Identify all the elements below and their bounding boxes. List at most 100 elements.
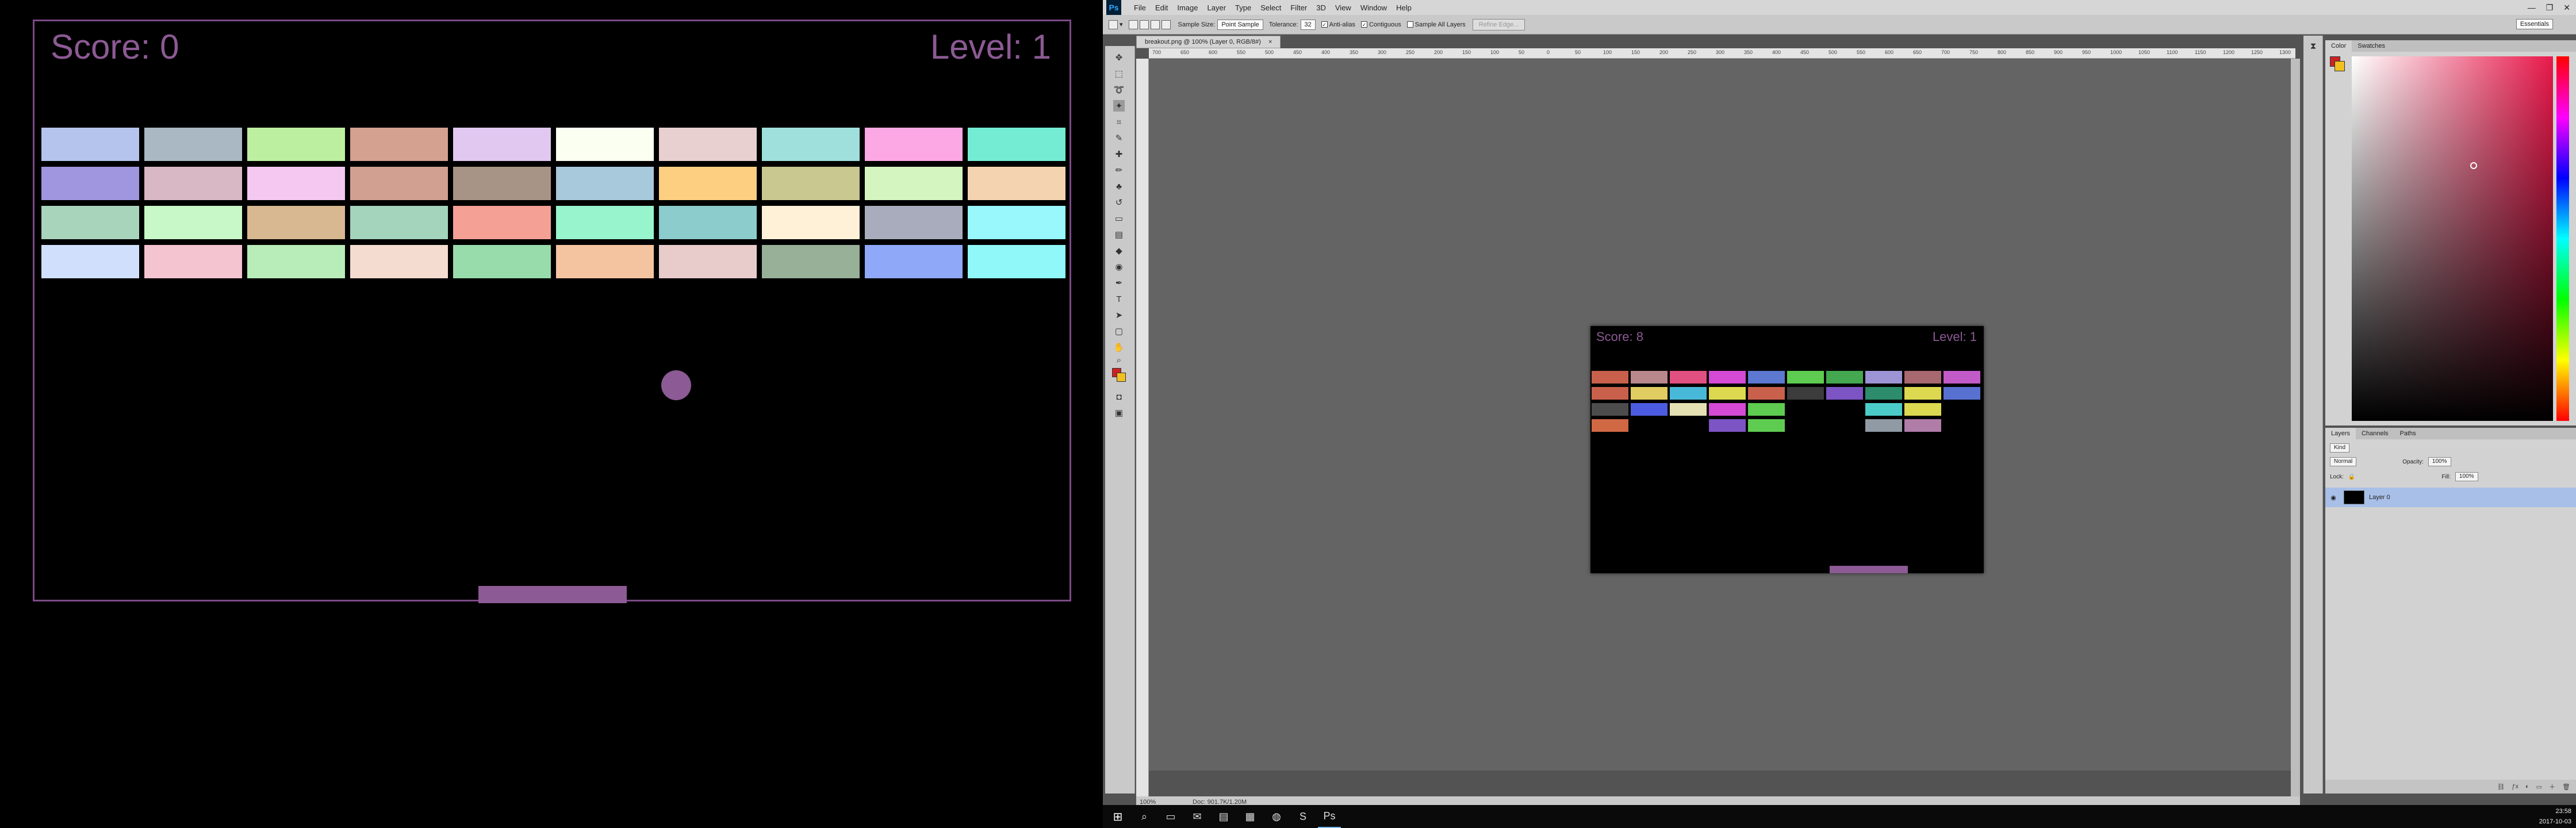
- path-selection-tool-icon[interactable]: ➤: [1113, 309, 1125, 321]
- sample-all-layers-checkbox[interactable]: Sample All Layers: [1406, 21, 1466, 28]
- magic-wand-tool-icon[interactable]: ✦: [1113, 100, 1125, 112]
- tab-layers[interactable]: Layers: [2325, 428, 2356, 439]
- vertical-scrollbar[interactable]: [2291, 59, 2300, 796]
- menu-file[interactable]: File: [1129, 3, 1151, 12]
- marquee-tool-icon[interactable]: ⬚: [1113, 68, 1125, 79]
- anti-alias-checkbox[interactable]: ✓ Anti-alias: [1321, 21, 1355, 28]
- blur-tool-icon[interactable]: ◆: [1113, 245, 1125, 256]
- clone-stamp-tool-icon[interactable]: ♣: [1113, 181, 1125, 192]
- tool-preset-picker[interactable]: ▾: [1109, 20, 1123, 29]
- intersect-selection-icon[interactable]: [1161, 20, 1171, 29]
- new-selection-icon[interactable]: [1128, 20, 1138, 29]
- new-layer-icon[interactable]: ＋: [2549, 782, 2555, 791]
- sample-size-select[interactable]: Point Sample: [1217, 19, 1263, 30]
- canvas-pasteboard[interactable]: Score: 8 Level: 1: [1149, 59, 2299, 770]
- chrome-icon[interactable]: ◍: [1265, 805, 1288, 828]
- blend-mode-select[interactable]: Normal: [2330, 457, 2357, 466]
- tolerance-label: Tolerance:: [1268, 21, 1298, 28]
- photoshop-taskbar-icon[interactable]: Ps: [1318, 805, 1341, 828]
- file-explorer-icon[interactable]: ▤: [1212, 805, 1235, 828]
- new-group-icon[interactable]: ▭: [2536, 783, 2542, 791]
- panel-background-swatch[interactable]: [2334, 61, 2345, 71]
- background-color-swatch[interactable]: [1117, 373, 1126, 382]
- visibility-eye-icon[interactable]: ◉: [2328, 494, 2339, 501]
- menu-window[interactable]: Window: [1356, 3, 1392, 12]
- add-selection-icon[interactable]: [1139, 20, 1149, 29]
- tolerance-input[interactable]: 32: [1300, 19, 1316, 30]
- document-tab[interactable]: breakout.png @ 100% (Layer 0, RGB/8#) ×: [1136, 36, 1281, 48]
- search-icon[interactable]: ⌕: [1133, 805, 1156, 828]
- pen-tool-icon[interactable]: ✒: [1113, 277, 1125, 289]
- history-brush-tool-icon[interactable]: ↺: [1113, 197, 1125, 208]
- maximize-button[interactable]: ❐: [2546, 3, 2554, 13]
- zoom-tool-icon[interactable]: ⌕: [1113, 354, 1125, 366]
- layer-kind-select[interactable]: Kind: [2330, 443, 2350, 453]
- history-panel-icon[interactable]: ⧗: [2307, 40, 2319, 52]
- start-button[interactable]: ⊞: [1106, 805, 1129, 828]
- move-tool-icon[interactable]: ✥: [1113, 52, 1125, 63]
- layer-filter-row: Kind: [2325, 442, 2576, 454]
- document-image[interactable]: Score: 8 Level: 1: [1590, 326, 1984, 573]
- mail-icon[interactable]: ✉: [1186, 805, 1209, 828]
- tab-channels[interactable]: Channels: [2356, 428, 2394, 439]
- menu-layer[interactable]: Layer: [1203, 3, 1231, 12]
- lock-fill-row: Lock: 🔒 Fill: 100%: [2325, 470, 2576, 483]
- menu-type[interactable]: Type: [1230, 3, 1256, 12]
- refine-edge-button[interactable]: Refine Edge...: [1472, 18, 1525, 30]
- close-button[interactable]: ✕: [2563, 3, 2570, 13]
- eyedropper-tool-icon[interactable]: ✎: [1113, 132, 1125, 144]
- task-view-icon[interactable]: ▭: [1159, 805, 1182, 828]
- document-tab-title: breakout.png @ 100% (Layer 0, RGB/8#): [1145, 39, 1261, 45]
- ruler-tick-label: 850: [2026, 49, 2035, 55]
- close-document-icon[interactable]: ×: [1268, 39, 1272, 45]
- color-field[interactable]: [2352, 56, 2553, 421]
- opacity-input[interactable]: 100%: [2428, 457, 2451, 466]
- image-paddle: [1830, 566, 1908, 573]
- layer-item[interactable]: ◉ Layer 0: [2325, 488, 2576, 507]
- lasso-tool-icon[interactable]: ➰: [1113, 84, 1125, 95]
- link-layers-icon[interactable]: ⛓: [2497, 783, 2505, 791]
- game-paddle[interactable]: [478, 586, 627, 603]
- quick-mask-icon[interactable]: ◘: [1113, 391, 1125, 402]
- color-picker-handle[interactable]: [2470, 162, 2477, 169]
- hue-slider[interactable]: [2556, 56, 2569, 421]
- fill-input[interactable]: 100%: [2455, 472, 2478, 481]
- healing-brush-tool-icon[interactable]: ✚: [1113, 148, 1125, 160]
- menu-select[interactable]: Select: [1256, 3, 1286, 12]
- calculator-icon[interactable]: ▦: [1239, 805, 1262, 828]
- layer-name[interactable]: Layer 0: [2369, 494, 2390, 501]
- sublime-text-icon[interactable]: S: [1291, 805, 1314, 828]
- menu-view[interactable]: View: [1331, 3, 1356, 12]
- menu-3d[interactable]: 3D: [1312, 3, 1331, 12]
- image-brick: [1592, 403, 1628, 416]
- menu-edit[interactable]: Edit: [1151, 3, 1172, 12]
- brush-tool-icon[interactable]: ✏: [1113, 164, 1125, 176]
- subtract-selection-icon[interactable]: [1150, 20, 1160, 29]
- ruler-tick-label: 100: [1603, 49, 1612, 55]
- menu-image[interactable]: Image: [1172, 3, 1202, 12]
- system-clock[interactable]: 23:58 2017-10-03: [2539, 806, 2571, 827]
- menu-help[interactable]: Help: [1392, 3, 1416, 12]
- add-mask-icon[interactable]: ◐: [2525, 783, 2529, 790]
- hand-tool-icon[interactable]: ✋: [1113, 342, 1125, 353]
- selection-mode-buttons[interactable]: [1128, 20, 1172, 29]
- crop-tool-icon[interactable]: ⌗: [1113, 116, 1125, 128]
- contiguous-checkbox[interactable]: ✓ Contiguous: [1361, 21, 1401, 28]
- eraser-tool-icon[interactable]: ▭: [1113, 213, 1125, 224]
- tab-color[interactable]: Color: [2325, 40, 2352, 52]
- options-bar: ▾ Sample Size: Point Sample Tolerance: 3…: [1103, 15, 2576, 34]
- delete-layer-icon[interactable]: 🗑: [2562, 783, 2570, 791]
- menu-filter[interactable]: Filter: [1286, 3, 1312, 12]
- tab-swatches[interactable]: Swatches: [2352, 40, 2391, 52]
- type-tool-icon[interactable]: T: [1113, 293, 1125, 305]
- layer-style-icon[interactable]: ƒx: [2512, 783, 2518, 790]
- gradient-tool-icon[interactable]: ▤: [1113, 229, 1125, 240]
- workspace-select[interactable]: Essentials: [2516, 19, 2553, 29]
- minimize-button[interactable]: —: [2528, 3, 2536, 12]
- game-brick: [144, 128, 242, 161]
- lock-icon[interactable]: 🔒: [2348, 474, 2355, 480]
- dodge-tool-icon[interactable]: ◉: [1113, 261, 1125, 273]
- shape-tool-icon[interactable]: ▢: [1113, 325, 1125, 337]
- screen-mode-icon[interactable]: ▣: [1113, 407, 1125, 419]
- tab-paths[interactable]: Paths: [2394, 428, 2422, 439]
